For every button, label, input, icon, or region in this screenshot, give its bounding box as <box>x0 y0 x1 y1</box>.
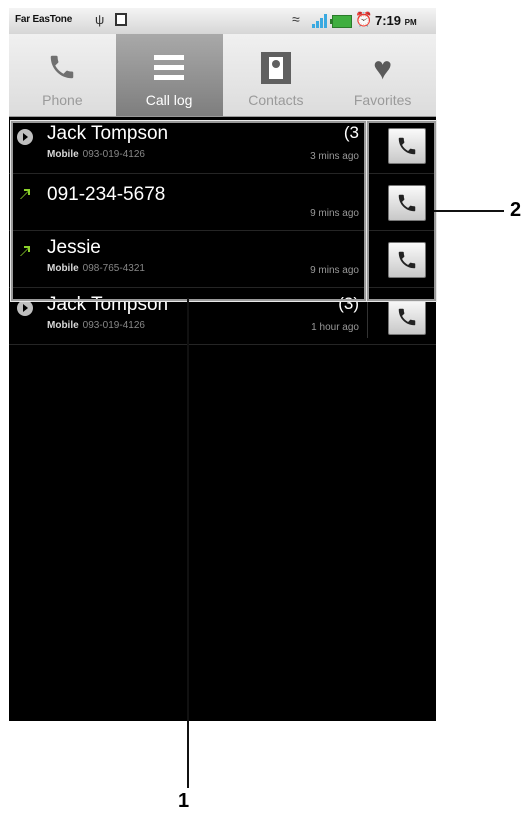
call-time: 9 mins ago <box>310 265 359 276</box>
phone-handset-icon <box>398 194 416 212</box>
row-divider <box>367 294 368 338</box>
tab-label-phone: Phone <box>42 92 83 108</box>
phone-icon <box>47 52 77 84</box>
callout-number-2: 2 <box>510 199 522 221</box>
favorites-heart-icon: ♥ <box>373 50 393 86</box>
status-clock: 7:19 PM <box>375 13 417 28</box>
contact-number: Mobile 098-765-4321 <box>47 263 145 274</box>
tab-favorites[interactable]: ♥ Favorites <box>329 34 436 116</box>
outgoing-call-arrow-icon <box>17 243 33 259</box>
tab-label-favorites: Favorites <box>353 92 412 108</box>
call-time: 3 mins ago <box>310 151 359 162</box>
call-button[interactable] <box>388 128 426 164</box>
usb-icon: ψ <box>95 12 105 27</box>
phone-handset-icon <box>398 137 416 155</box>
tab-call-log[interactable]: Call log <box>115 34 223 116</box>
contact-name: Jack Tompson <box>47 123 169 144</box>
status-bar: Far EasTone ψ ≈ ⏰ 7:19 PM <box>9 8 436 34</box>
row-divider <box>367 123 368 167</box>
missed-call-icon <box>17 129 33 145</box>
tab-label-call-log: Call log <box>145 92 193 108</box>
sd-card-icon <box>115 13 127 26</box>
contact-number: Mobile 093-019-4126 <box>47 320 145 331</box>
tab-phone[interactable]: Phone <box>9 34 116 116</box>
call-log-item[interactable]: Jack Tompson Mobile 093-019-4126 (3) 1 ho… <box>9 288 436 345</box>
row-divider <box>367 237 368 281</box>
call-time: 9 mins ago <box>310 208 359 219</box>
call-count: (3) <box>338 294 359 313</box>
call-button[interactable] <box>388 242 426 278</box>
call-log-list: Jack Tompson Mobile 093-019-4126 (3 3 min… <box>9 117 436 345</box>
phone-handset-icon <box>398 308 416 326</box>
tab-label-contacts: Contacts <box>248 92 304 108</box>
contacts-icon <box>260 52 291 84</box>
call-button[interactable] <box>388 299 426 335</box>
callout-leader-line-2 <box>434 210 504 212</box>
tab-bar: Phone Call log Contacts ♥ Favorites <box>9 34 436 117</box>
alarm-clock-icon: ⏰ <box>355 11 373 27</box>
contact-name: Jessie <box>47 237 101 258</box>
phone-handset-icon <box>398 251 416 269</box>
battery-icon <box>330 15 352 28</box>
call-log-item[interactable]: Jessie Mobile 098-765-4321 9 mins ago <box>9 231 436 288</box>
call-count: (3 <box>343 123 359 142</box>
call-log-item[interactable]: Jack Tompson Mobile 093-019-4126 (3 3 min… <box>9 117 436 174</box>
callout-number-1: 1 <box>178 790 190 812</box>
carrier-name: Far EasTone <box>15 14 73 25</box>
signal-strength-icon <box>312 14 328 28</box>
contact-name: 091-234-5678 <box>47 184 166 205</box>
contact-name: Jack Tompson <box>47 294 169 315</box>
call-button[interactable] <box>388 185 426 221</box>
wifi-icon: ≈ <box>292 11 300 27</box>
tab-contacts[interactable]: Contacts <box>223 34 330 116</box>
phone-screen: Far EasTone ψ ≈ ⏰ 7:19 PM Phone Call log… <box>9 8 436 721</box>
row-divider <box>367 180 368 224</box>
call-log-icon <box>154 52 185 84</box>
callout-leader-line-1 <box>187 298 189 788</box>
contact-number: Mobile 093-019-4126 <box>47 149 145 160</box>
outgoing-call-arrow-icon <box>17 186 33 202</box>
call-time: 1 hour ago <box>311 322 359 333</box>
missed-call-icon <box>17 300 33 316</box>
call-log-item[interactable]: 091-234-5678 9 mins ago <box>9 174 436 231</box>
